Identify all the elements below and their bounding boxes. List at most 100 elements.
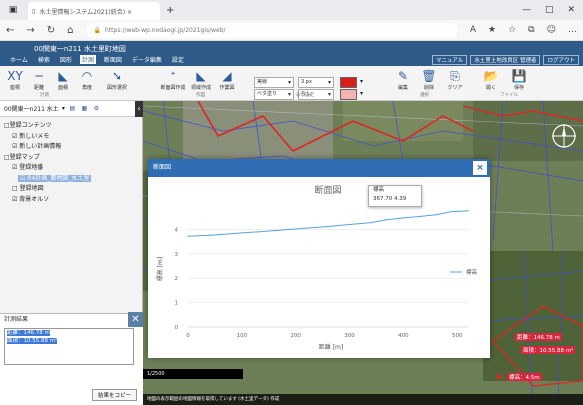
back-icon[interactable]: ←	[6, 25, 14, 36]
fill-color-dropdown-icon[interactable]: ▾	[360, 90, 363, 97]
close-window-button[interactable]: ✕	[567, 5, 575, 15]
menu-home[interactable]: ホーム	[8, 55, 30, 64]
manual-link[interactable]: マニュアル	[431, 55, 468, 65]
tree-item[interactable]: □ 登録地図	[0, 184, 143, 195]
select-tool[interactable]: ➘ 図形選択	[102, 68, 132, 91]
x-tick-label: 100	[237, 333, 248, 339]
new-tab-icon[interactable]: +	[166, 5, 174, 16]
collapse-panel-button[interactable]: ‹	[135, 100, 143, 117]
minimize-button[interactable]: —	[522, 5, 531, 15]
data-point	[230, 233, 232, 235]
menu-settings[interactable]: 設定	[170, 55, 186, 64]
menu-data-edit[interactable]: データ編集	[130, 55, 164, 64]
menu-section[interactable]: 断面図	[102, 55, 124, 64]
map-distance-label: 距離：146.78 m	[515, 333, 562, 341]
favorite-icon[interactable]: ★	[488, 25, 496, 35]
tree-item[interactable]: ☑ 登録地番	[0, 163, 143, 174]
coordinate-tool[interactable]: XY 座標	[4, 68, 26, 91]
data-point	[435, 214, 437, 216]
menu-shapes[interactable]: 図形	[58, 55, 74, 64]
window-menu-icon[interactable]: ▣	[6, 3, 20, 17]
measure-title: 計測結果	[4, 316, 29, 323]
line-color-swatch[interactable]	[340, 77, 357, 88]
dialog-close-button[interactable]: ×	[473, 161, 487, 175]
area-measure-icon: ◣	[58, 69, 68, 83]
profile-icon[interactable]: ☺	[547, 25, 556, 35]
tool-label: 領域作成	[190, 85, 211, 91]
dialog-title[interactable]: 断面図	[148, 159, 490, 177]
data-point	[402, 217, 404, 219]
tree-item[interactable]: ☑ 新しい計画情報	[0, 142, 143, 153]
measure-area: 面積：10.55.88 m²	[7, 338, 58, 344]
favorites-list-icon[interactable]: ☆	[508, 25, 516, 35]
tree-item[interactable]: ☑ 新しいメモ	[0, 132, 143, 143]
section-line-tool[interactable]: ᐩ 断面図作成	[160, 68, 186, 91]
tree-item[interactable]: ☑ 背景オルソ	[0, 195, 143, 206]
line-width-select[interactable]: 3 px	[298, 77, 334, 88]
y-tick-label: 3	[175, 252, 179, 258]
x-axis-ticks: 0 100 200 300 400 500	[186, 333, 463, 339]
map-status-bar: 地図の表示範囲の地図情報を取得しています (水土里データ) 作成	[143, 394, 583, 405]
tree-item[interactable]: □登録マップ	[0, 153, 143, 164]
tree-item[interactable]: □登録コンテンツ	[0, 121, 143, 132]
delete-icon: 🗑	[421, 69, 437, 83]
tree-item-selected[interactable]: ☑ R4計画_農地図_水土里	[0, 174, 143, 185]
chevron-down-icon[interactable]: ▾	[62, 105, 65, 112]
home-icon[interactable]: ⌂	[67, 25, 73, 36]
edit-tool[interactable]: ✎ 編集	[392, 68, 414, 91]
layer-select[interactable]: 00関東一n211 水土	[4, 104, 59, 113]
angle-tool[interactable]: ◠ 角度	[76, 68, 98, 91]
line-color-dropdown-icon[interactable]: ▾	[360, 78, 363, 85]
open-tool[interactable]: 📂 開く	[480, 68, 502, 91]
collections-icon[interactable]: ⧉	[528, 25, 534, 35]
area-tool[interactable]: ◣ 面積	[52, 68, 74, 91]
data-point	[198, 235, 200, 237]
data-point	[289, 228, 291, 230]
line-type-select[interactable]: 実線	[254, 77, 294, 88]
delete-tool[interactable]: 🗑 削除	[418, 68, 440, 91]
forward-icon[interactable]: →	[26, 25, 34, 36]
reload-icon[interactable]: ↻	[47, 25, 55, 36]
fill-color-swatch[interactable]	[340, 89, 357, 100]
measure-result-text[interactable]: 距離：146.78 m 面積：10.55.88 m²	[4, 328, 134, 365]
tree-item-label: ☑ 新しい計画情報	[12, 143, 62, 150]
tree-item-label: □登録コンテンツ	[4, 122, 52, 129]
chart-tooltip: 標高 367.70 4.39	[368, 185, 422, 207]
url-field[interactable]: 🔒 https://web-wp.nodaogi.jp/2021gis/web/	[85, 22, 458, 38]
tool-label: 開く	[485, 85, 496, 91]
section-icon: ◢	[222, 69, 232, 83]
region-tool[interactable]: ◣ 領域作成	[190, 68, 212, 91]
menu-search[interactable]: 検索	[36, 55, 52, 64]
section-chart: 断面図 0 1 2 3 4 0 100 200 300 400 500 距離 [m] 標高 [m]…	[156, 184, 478, 351]
close-icon[interactable]: ✕	[128, 312, 143, 327]
fill-type-select[interactable]: ベタ塗り	[254, 89, 294, 100]
browser-tab[interactable]: ▯ 水土里情報システム2021(統合) ×	[28, 2, 160, 20]
compass-icon[interactable]	[551, 123, 577, 149]
clear-tool[interactable]: ⎘ クリア	[444, 68, 466, 91]
distance-tool[interactable]: ─ 距離	[28, 68, 50, 91]
tool-label: 保存	[513, 85, 524, 91]
copy-result-button[interactable]: 結果をコピー	[91, 389, 137, 401]
measure-result-panel: 計測結果 ✕ 距離：146.78 m 面積：10.55.88 m² 結果をコピー	[0, 312, 143, 405]
work-map-tool[interactable]: ◢ 作業図	[216, 68, 238, 91]
folder-icon[interactable]: ▤	[68, 104, 77, 113]
gear-icon[interactable]: ⚙	[92, 104, 101, 113]
logout-link[interactable]: ログアウト	[543, 55, 579, 65]
maximize-button[interactable]: □	[545, 5, 554, 15]
y-tick-label: 2	[175, 276, 179, 282]
read-aloud-icon[interactable]: A	[470, 25, 476, 35]
map-elevation-label: 標高：4.5m	[507, 373, 542, 381]
url-text: https://web-wp.nodaogi.jp/2021gis/web/	[105, 26, 226, 34]
grid-icon[interactable]: ▦	[80, 104, 89, 113]
tool-label: 面積	[57, 85, 68, 91]
app-title: 00関東一n211 水土里町地図	[34, 45, 126, 53]
x-tick-label: 300	[344, 333, 355, 339]
x-tick-label: 200	[290, 333, 301, 339]
tool-label: クリア	[447, 85, 463, 91]
ribbon-group-label: ファイル	[500, 93, 518, 98]
measure-distance: 距離：146.78 m	[7, 330, 50, 336]
more-icon[interactable]: …	[568, 25, 577, 35]
menu-measure[interactable]: 計測	[79, 55, 96, 64]
data-point	[187, 235, 189, 237]
save-tool[interactable]: 💾 保存	[508, 68, 530, 91]
